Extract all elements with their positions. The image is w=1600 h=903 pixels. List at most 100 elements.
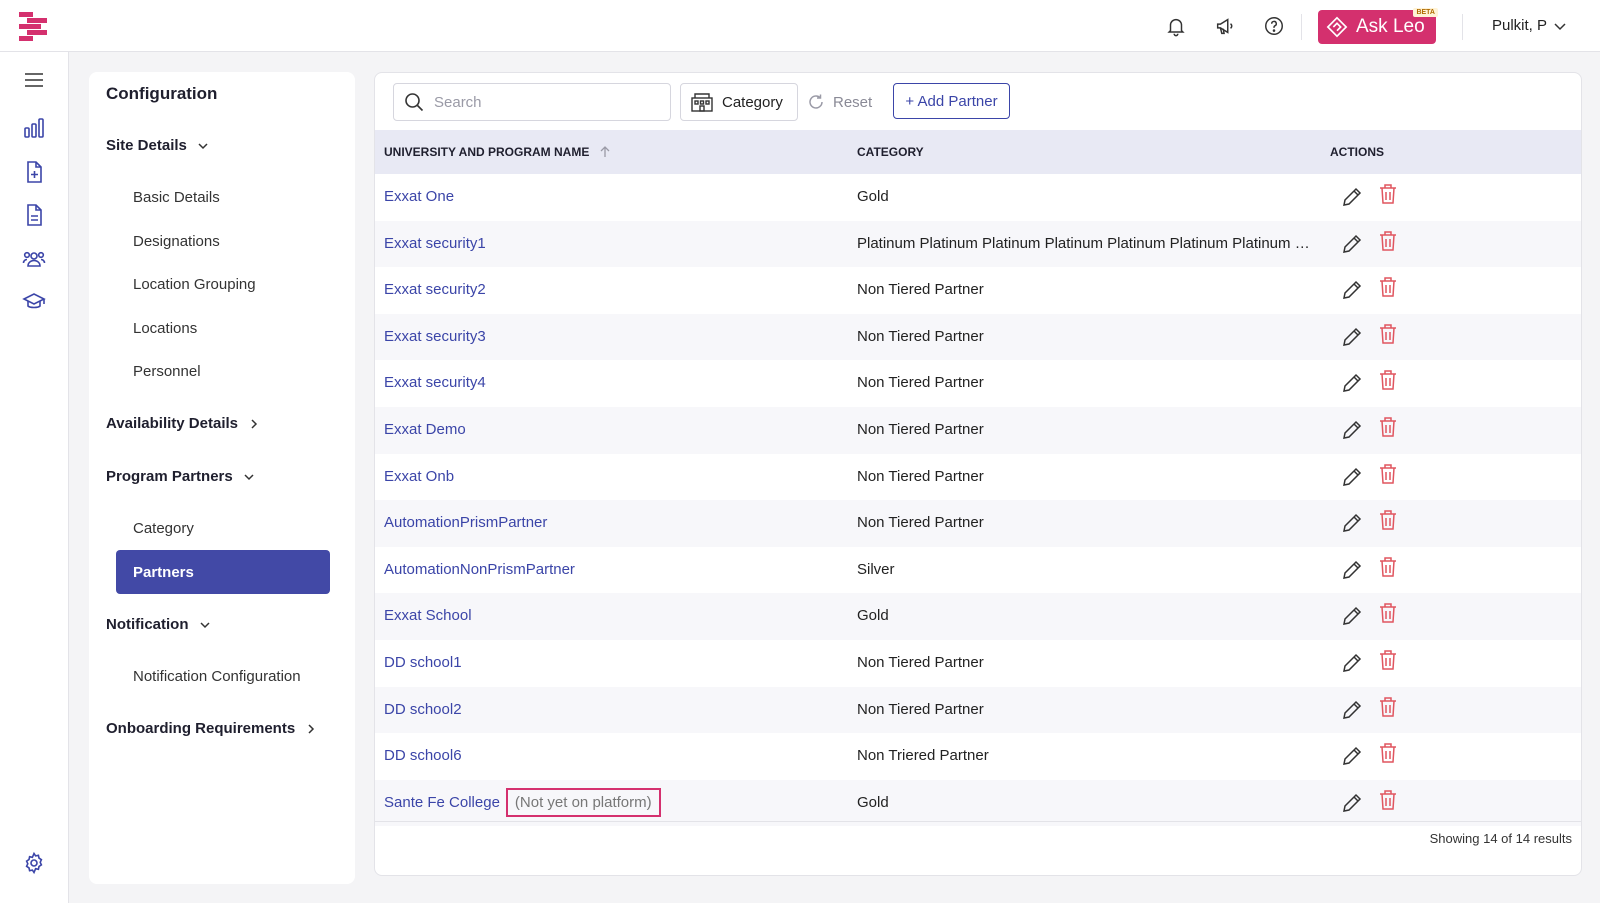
nav-item-location-grouping[interactable]: Location Grouping [133,276,256,293]
section-availability-details[interactable]: Availability Details [106,415,260,432]
column-header-category[interactable]: CATEGORY [857,145,924,159]
edit-pencil-icon[interactable] [1341,326,1363,348]
edit-pencil-icon[interactable] [1341,186,1363,208]
partner-name-link[interactable]: Exxat One [384,188,454,205]
leo-icon [1326,16,1348,38]
file-add-icon[interactable] [22,160,46,184]
add-partner-button[interactable]: + Add Partner [893,83,1010,119]
partner-category: Gold [857,188,889,205]
graduation-cap-icon[interactable] [22,290,46,314]
delete-trash-icon[interactable] [1378,602,1398,624]
partner-name-link[interactable]: Exxat Demo [384,421,466,438]
nav-item-notification-configuration[interactable]: Notification Configuration [133,668,301,685]
sort-arrow-up-icon [600,146,610,157]
edit-pencil-icon[interactable] [1341,419,1363,441]
delete-trash-icon[interactable] [1378,649,1398,671]
table-row: DD school2 Non Tiered Partner [375,686,1581,734]
delete-trash-icon[interactable] [1378,276,1398,298]
chevron-down-icon [198,142,208,149]
people-icon[interactable] [22,247,46,271]
nav-item-personnel[interactable]: Personnel [133,363,201,380]
search-icon [405,93,424,112]
edit-pencil-icon[interactable] [1341,792,1363,814]
delete-trash-icon[interactable] [1378,696,1398,718]
delete-trash-icon[interactable] [1378,183,1398,205]
help-icon[interactable] [1263,15,1285,37]
search-input[interactable] [434,93,654,111]
column-header-name[interactable]: UNIVERSITY AND PROGRAM NAME [384,145,611,159]
delete-trash-icon[interactable] [1378,416,1398,438]
partners-card: Category Reset + Add Partner UNIVERSITY … [374,72,1582,876]
section-notification[interactable]: Notification [106,616,211,633]
partner-name-link[interactable]: Exxat Onb [384,468,454,485]
partner-name-link[interactable]: Exxat security1 [384,235,486,252]
table-row: Exxat One Gold [375,174,1581,221]
nav-item-partners[interactable]: Partners [116,550,330,594]
reset-button[interactable]: Reset [807,83,872,121]
edit-pencil-icon[interactable] [1341,233,1363,255]
delete-trash-icon[interactable] [1378,463,1398,485]
edit-pencil-icon[interactable] [1341,466,1363,488]
edit-pencil-icon[interactable] [1341,372,1363,394]
section-label: Program Partners [106,468,233,485]
section-label: Onboarding Requirements [106,720,296,737]
divider [375,821,1581,822]
search-box[interactable] [393,83,671,121]
edit-pencil-icon[interactable] [1341,699,1363,721]
partner-name-link[interactable]: DD school2 [384,701,462,718]
delete-trash-icon[interactable] [1378,509,1398,531]
hamburger-menu-icon[interactable] [22,68,46,92]
table-row: Exxat School Gold [375,593,1581,640]
partner-name-link[interactable]: DD school6 [384,747,462,764]
ask-leo-button[interactable]: Ask Leo BETA [1318,8,1438,44]
document-icon[interactable] [22,203,46,227]
partner-category: Non Tiered Partner [857,327,984,345]
user-menu[interactable]: Pulkit, P [1492,17,1567,34]
partner-name-link[interactable]: Exxat security3 [384,328,486,345]
delete-trash-icon[interactable] [1378,789,1398,811]
category-filter-button[interactable]: Category [680,83,798,121]
partner-name-link[interactable]: DD school1 [384,654,462,671]
refresh-icon [809,94,823,109]
section-label: Notification [106,616,189,633]
exxat-logo-icon[interactable] [17,10,49,42]
partner-category: Non Tiered Partner [857,281,984,299]
nav-item-designations[interactable]: Designations [133,233,220,250]
partner-name-link[interactable]: AutomationNonPrismPartner [384,561,575,578]
section-onboarding-requirements[interactable]: Onboarding Requirements [106,720,317,737]
edit-pencil-icon[interactable] [1341,279,1363,301]
partner-name: Exxat security4 [384,374,486,392]
nav-item-category[interactable]: Category [133,520,194,537]
nav-item-basic-details[interactable]: Basic Details [133,189,220,206]
partner-name-link[interactable]: Exxat security2 [384,281,486,298]
left-nav-rail [0,52,69,903]
table-body: Exxat One Gold Exxat security1 Platinum … [375,174,1581,827]
nav-item-locations[interactable]: Locations [133,320,197,337]
bar-chart-icon[interactable] [22,116,46,140]
partner-name: Exxat Onb [384,467,455,485]
edit-pencil-icon[interactable] [1341,652,1363,674]
table-row: Exxat security4 Non Tiered Partner [375,360,1581,407]
delete-trash-icon[interactable] [1378,323,1398,345]
edit-pencil-icon[interactable] [1341,512,1363,534]
section-program-partners[interactable]: Program Partners [106,468,255,485]
edit-pencil-icon[interactable] [1341,745,1363,767]
partner-name: Exxat School [384,607,472,625]
column-header-label: UNIVERSITY AND PROGRAM NAME [384,145,590,159]
megaphone-icon[interactable] [1214,15,1236,37]
partner-name-link[interactable]: Exxat security4 [384,374,486,391]
delete-trash-icon[interactable] [1378,230,1398,252]
delete-trash-icon[interactable] [1378,556,1398,578]
delete-trash-icon[interactable] [1378,742,1398,764]
edit-pencil-icon[interactable] [1341,605,1363,627]
partner-name-link[interactable]: Exxat School [384,607,472,624]
settings-gear-icon[interactable] [22,851,46,875]
partner-name-link[interactable]: AutomationPrismPartner [384,514,547,531]
bell-icon[interactable] [1165,15,1187,37]
table-header: UNIVERSITY AND PROGRAM NAME CATEGORY ACT… [375,130,1581,174]
partner-name-link[interactable]: Sante Fe College (Not yet on platform) [384,787,661,817]
delete-trash-icon[interactable] [1378,369,1398,391]
edit-pencil-icon[interactable] [1341,559,1363,581]
top-bar: Ask Leo BETA Pulkit, P [0,0,1600,52]
section-site-details[interactable]: Site Details [106,137,209,154]
